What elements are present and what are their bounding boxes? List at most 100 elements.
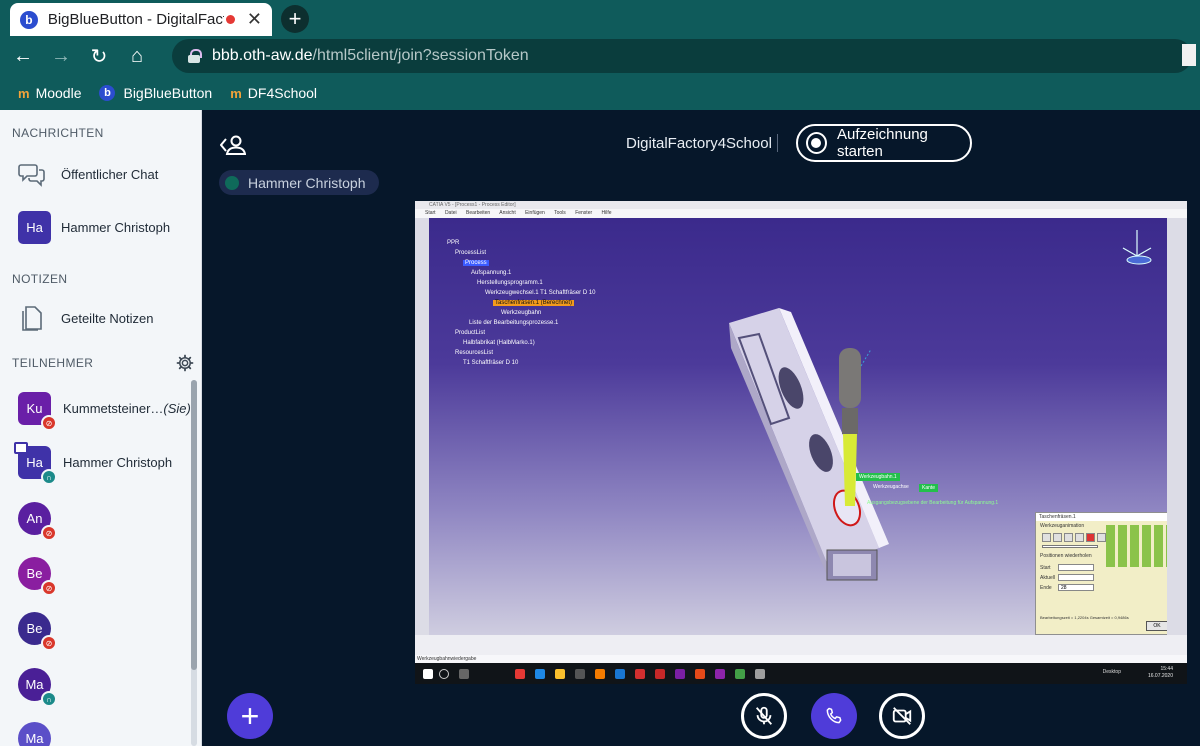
scrollbar-thumb[interactable] — [191, 380, 197, 670]
close-tab-icon[interactable]: ✕ — [247, 9, 262, 30]
participant-item[interactable]: Ma — [18, 722, 63, 746]
app-icon[interactable] — [635, 669, 645, 679]
tab-strip: b BigBlueButton - DigitalFactor ✕ + — [0, 0, 1200, 36]
app-icon[interactable] — [515, 669, 525, 679]
fast-forward-button[interactable] — [1097, 533, 1106, 542]
address-bar[interactable]: bbb.oth-aw.de/html5client/join?sessionTo… — [172, 39, 1192, 73]
participant-item[interactable]: Ku ⊘ Kummetsteiner…(Sie) — [18, 392, 191, 431]
powerpoint-icon[interactable] — [695, 669, 705, 679]
unmute-microphone-button[interactable] — [741, 693, 787, 739]
start-recording-label: Aufzeichnung starten — [836, 126, 928, 160]
talking-dot-icon — [225, 175, 239, 190]
firefox-icon[interactable] — [595, 669, 605, 679]
moodle-icon: m — [230, 85, 242, 101]
video-off-icon — [892, 707, 912, 725]
actions-plus-button[interactable]: + — [227, 693, 273, 739]
participant-item[interactable]: Be ⊘ — [18, 612, 63, 651]
back-icon[interactable]: ← — [8, 45, 38, 68]
start-recording-button[interactable]: Aufzeichnung starten — [796, 124, 972, 162]
microphone-muted-icon: ⊘ — [41, 525, 57, 541]
bookmark-df4school[interactable]: m DF4School — [230, 85, 317, 101]
avatar: Be ⊘ — [18, 557, 57, 596]
bookmark-moodle[interactable]: m Moodle — [18, 85, 81, 101]
windows-taskbar: Desktop 15:44 16.07.2020 — [415, 663, 1187, 684]
search-icon[interactable] — [439, 669, 449, 679]
private-chat-label: Hammer Christoph — [61, 220, 171, 235]
avatar: Ha ∩ — [14, 442, 57, 485]
windows-start-icon[interactable] — [423, 669, 433, 679]
participant-item[interactable]: Ha ∩ Hammer Christoph — [14, 442, 173, 485]
ok-button[interactable]: OK — [1146, 621, 1168, 631]
shared-notes-item[interactable]: Geteilte Notizen — [18, 304, 154, 332]
edge-icon[interactable] — [615, 669, 625, 679]
leave-audio-button[interactable] — [811, 693, 857, 739]
end-field[interactable]: 28 — [1058, 584, 1094, 591]
animation-slider[interactable] — [1042, 545, 1098, 548]
screenshare: CATIA V5 - [Process1 - Process Editor] S… — [415, 201, 1187, 684]
tree-node: PPR — [447, 240, 460, 246]
tree-node: Halbfabrikat (HalbMarko.1) — [463, 340, 535, 346]
task-view-icon[interactable] — [459, 669, 469, 679]
gear-icon[interactable] — [176, 354, 194, 372]
participants-scrollbar[interactable] — [191, 380, 197, 746]
play-back-button[interactable] — [1064, 533, 1073, 542]
panel-icon-grid[interactable] — [1106, 525, 1170, 567]
bookmark-bigbluebutton[interactable]: b BigBlueButton — [99, 85, 212, 101]
meeting-title: DigitalFactory4School — [626, 135, 772, 152]
current-field[interactable] — [1058, 574, 1094, 581]
home-icon[interactable]: ⌂ — [122, 45, 152, 68]
notes-icon — [18, 304, 46, 332]
browser-toolbar: ← → ↻ ⌂ bbb.oth-aw.de/html5client/join?s… — [0, 36, 1200, 76]
bookmarks-bar: m Moodle b BigBlueButton m DF4School — [0, 76, 1200, 110]
acrobat-icon[interactable] — [655, 669, 665, 679]
catia-icon[interactable] — [755, 669, 765, 679]
avatar: Be ⊘ — [18, 612, 57, 651]
mail-icon[interactable] — [535, 669, 545, 679]
screenshare-bottom-toolbar — [415, 635, 1187, 655]
microphone-muted-icon — [755, 706, 773, 725]
private-chat-item[interactable]: Ha Hammer Christoph — [18, 211, 170, 244]
onenote-icon[interactable] — [715, 669, 725, 679]
forward-icon[interactable]: → — [46, 45, 76, 68]
start-field[interactable] — [1058, 564, 1094, 571]
stop-button[interactable] — [1075, 533, 1084, 542]
participant-item[interactable]: Ma ∩ — [18, 668, 63, 707]
rewind-button[interactable] — [1042, 533, 1051, 542]
talking-indicator[interactable]: Hammer Christoph — [219, 170, 380, 195]
main-area: DigitalFactory4School Aufzeichnung start… — [202, 110, 1200, 746]
tree-node: Taschenfräsen.1 (Berechnet) — [493, 300, 575, 306]
public-chat-item[interactable]: Öffentlicher Chat — [18, 160, 158, 188]
bigbluebutton-favicon-icon: b — [20, 10, 38, 29]
panel-title: Taschenfräsen.1 — [1036, 513, 1172, 521]
headphones-icon: ∩ — [41, 469, 57, 485]
toggle-userlist-icon[interactable] — [220, 134, 246, 156]
replay-section-label: Positionen wiederholen — [1040, 553, 1092, 559]
play-button[interactable] — [1086, 533, 1095, 542]
avatar: Ma ∩ — [18, 668, 57, 707]
presenter-icon — [14, 442, 28, 454]
step-back-button[interactable] — [1053, 533, 1062, 542]
window-edge — [1182, 44, 1196, 66]
participant-name: Hammer Christoph — [63, 455, 173, 470]
chat-icon — [18, 160, 46, 188]
tool-axis-annotation: Werkzeugachse — [873, 484, 909, 490]
tree-node: Herstellungsprogramm.1 — [477, 280, 543, 286]
browser-tab[interactable]: b BigBlueButton - DigitalFactor ✕ — [10, 3, 272, 36]
app-icon[interactable] — [675, 669, 685, 679]
chrome-icon[interactable] — [735, 669, 745, 679]
tree-node: Process — [463, 260, 489, 266]
participant-item[interactable]: Be ⊘ — [18, 557, 63, 596]
folder-icon[interactable] — [555, 669, 565, 679]
share-webcam-button[interactable] — [879, 693, 925, 739]
new-tab-button[interactable]: + — [281, 5, 309, 33]
tool-path-annotation[interactable]: Werkzeugbahn.1 — [856, 473, 900, 481]
participant-item[interactable]: An ⊘ — [18, 502, 63, 541]
edge-annotation[interactable]: Kante — [919, 484, 939, 492]
screenshare-menubar: Start Datei Bearbeiten Ansicht Einfügen … — [415, 209, 1187, 218]
reload-icon[interactable]: ↻ — [84, 44, 114, 69]
app-icon[interactable] — [575, 669, 585, 679]
url-text: bbb.oth-aw.de/html5client/join?sessionTo… — [212, 47, 529, 64]
compass-icon[interactable] — [1119, 228, 1155, 268]
headphones-icon: ∩ — [41, 691, 57, 707]
tree-node: ProductList — [455, 330, 486, 336]
